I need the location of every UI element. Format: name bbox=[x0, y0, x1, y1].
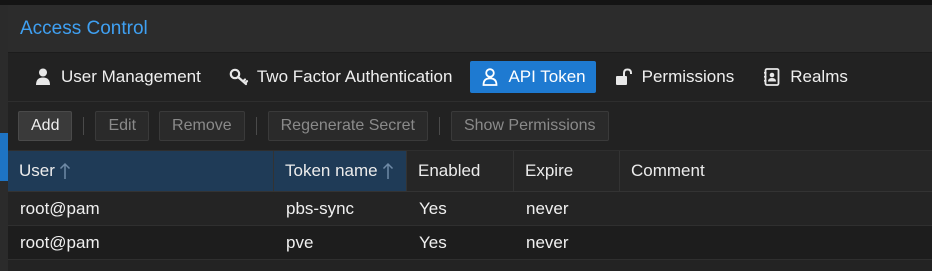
sort-ascending-icon bbox=[59, 162, 71, 180]
column-header-comment[interactable]: Comment bbox=[620, 151, 932, 191]
tab-label: API Token bbox=[508, 67, 586, 86]
toolbar-separator bbox=[83, 117, 85, 135]
edit-button[interactable]: Edit bbox=[95, 111, 150, 141]
tab-label: Permissions bbox=[641, 67, 735, 86]
regenerate-secret-button[interactable]: Regenerate Secret bbox=[267, 111, 428, 141]
cell-enabled: Yes bbox=[419, 232, 447, 252]
left-nav-selection bbox=[0, 133, 8, 181]
user-outline-icon bbox=[480, 67, 500, 87]
address-book-icon bbox=[762, 67, 782, 87]
tab-permissions[interactable]: Permissions bbox=[604, 61, 745, 93]
cell-expire: never bbox=[526, 198, 569, 218]
tab-label: Realms bbox=[790, 67, 848, 86]
column-header-label: User bbox=[19, 161, 55, 180]
tab-label: Two Factor Authentication bbox=[256, 67, 453, 86]
key-icon bbox=[229, 67, 249, 87]
cell-user: root@pam bbox=[20, 198, 100, 218]
show-permissions-button[interactable]: Show Permissions bbox=[450, 111, 609, 141]
user-icon bbox=[33, 67, 53, 87]
cell-user: root@pam bbox=[20, 232, 100, 252]
access-control-panel: Access Control User Management Two Facto… bbox=[8, 5, 932, 271]
tab-api-token[interactable]: API Token bbox=[470, 61, 596, 93]
cell-comment bbox=[620, 192, 932, 225]
column-header-label: Enabled bbox=[418, 161, 481, 180]
cell-expire: never bbox=[526, 232, 569, 252]
toolbar-separator bbox=[255, 117, 257, 135]
column-header-enabled[interactable]: Enabled bbox=[407, 151, 514, 191]
sort-ascending-icon bbox=[382, 162, 394, 180]
table-row[interactable]: root@pam pve Yes never bbox=[8, 226, 932, 260]
remove-button[interactable]: Remove bbox=[159, 111, 245, 141]
tab-label: User Management bbox=[61, 67, 201, 86]
tab-two-factor-authentication[interactable]: Two Factor Authentication bbox=[219, 61, 463, 93]
toolbar-separator bbox=[438, 117, 440, 135]
unlock-icon bbox=[614, 67, 634, 87]
left-nav-edge bbox=[0, 5, 8, 271]
cell-token-name: pve bbox=[286, 232, 314, 252]
cell-enabled: Yes bbox=[419, 198, 447, 218]
tab-realms[interactable]: Realms bbox=[752, 61, 858, 93]
column-header-label: Expire bbox=[525, 161, 574, 180]
tab-user-management[interactable]: User Management bbox=[23, 61, 211, 93]
toolbar: Add Edit Remove Regenerate Secret Show P… bbox=[8, 102, 932, 151]
column-header-user[interactable]: User bbox=[8, 151, 274, 191]
tab-bar: User Management Two Factor Authenticatio… bbox=[8, 53, 932, 102]
column-header-label: Comment bbox=[631, 161, 705, 180]
cell-comment bbox=[620, 226, 932, 259]
column-header-token-name[interactable]: Token name bbox=[274, 151, 407, 191]
column-header-label: Token name bbox=[285, 161, 378, 180]
panel-header: Access Control bbox=[8, 5, 932, 53]
add-button[interactable]: Add bbox=[18, 111, 73, 141]
table-row[interactable]: root@pam pbs-sync Yes never bbox=[8, 192, 932, 226]
column-header-expire[interactable]: Expire bbox=[514, 151, 620, 191]
cell-token-name: pbs-sync bbox=[286, 198, 355, 218]
api-token-grid: User Token name Enabled Expire Comment r… bbox=[8, 151, 932, 260]
panel-title: Access Control bbox=[20, 17, 148, 39]
grid-header: User Token name Enabled Expire Comment bbox=[8, 151, 932, 192]
